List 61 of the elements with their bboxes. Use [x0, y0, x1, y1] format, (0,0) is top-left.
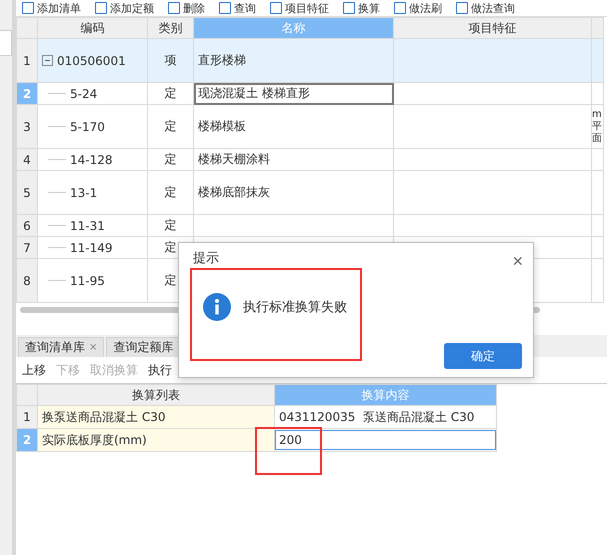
code-text: 5-170	[70, 120, 105, 134]
dialog-message: 执行标准换算失败	[243, 299, 347, 316]
code-text: 11-149	[70, 240, 113, 254]
info-icon	[203, 293, 231, 321]
row-number[interactable]: 6	[16, 214, 38, 236]
highlight-frame	[255, 427, 322, 475]
column-header[interactable]: 类别	[148, 18, 194, 38]
value-input[interactable]: 200	[275, 430, 496, 450]
cell: m平面	[592, 104, 604, 148]
cell	[592, 170, 604, 214]
code-text: 5-24	[70, 86, 98, 100]
close-button[interactable]: ×	[512, 251, 523, 272]
type-cell: 项	[148, 38, 194, 82]
name-cell: 现浇混凝土 楼梯直形	[194, 82, 394, 104]
item-cell: 实际底板厚度(mm)	[38, 428, 274, 452]
code-text: 11-31	[70, 218, 105, 232]
name-cell: 直形楼梯	[194, 38, 394, 82]
column-header[interactable]: 换算列表	[38, 384, 274, 406]
type-cell: 定	[148, 214, 194, 236]
type-cell: 定	[148, 170, 194, 214]
action-button[interactable]: 上移	[22, 362, 46, 378]
column-header[interactable]: 编码	[38, 18, 148, 38]
dialog-title: 提示	[193, 250, 219, 267]
search-field[interactable]	[0, 30, 12, 56]
cell	[592, 258, 604, 302]
toolbar-button[interactable]: 做法查询	[456, 0, 515, 16]
row-number[interactable]: 8	[16, 258, 38, 302]
toolbar-button[interactable]: 添加清单	[22, 0, 81, 16]
row-number[interactable]: 1	[16, 38, 38, 82]
toolbar-button[interactable]: 删除	[168, 0, 205, 16]
name-cell: 楼梯底部抹灰	[194, 170, 394, 214]
action-button[interactable]: 执行	[148, 362, 172, 378]
row-number[interactable]: 4	[16, 148, 38, 170]
toolbar-button[interactable]: 项目特征	[270, 0, 329, 16]
panel-tab[interactable]: 查询定额库	[106, 337, 180, 357]
type-cell: 定	[148, 82, 194, 104]
code-text: 14-128	[70, 152, 113, 166]
toolbar-button[interactable]: 做法刷	[394, 0, 442, 16]
panel-tab[interactable]: 查询清单库 ×	[18, 337, 104, 357]
row-number[interactable]: 3	[16, 104, 38, 148]
toolbar-button[interactable]: 查询	[219, 0, 256, 16]
row-number[interactable]: 5	[16, 170, 38, 214]
code-text: 010506001	[57, 54, 126, 68]
ok-button[interactable]: 确定	[444, 343, 522, 369]
name-cell: 楼梯天棚涂料	[194, 148, 394, 170]
row-number[interactable]: 7	[16, 236, 38, 258]
cell	[592, 82, 604, 104]
collapse-icon[interactable]	[42, 55, 53, 66]
type-cell: 定	[148, 104, 194, 148]
cell	[592, 214, 604, 236]
column-header[interactable]: 项目特征	[394, 18, 592, 38]
item-cell: 换泵送商品混凝土 C30	[38, 406, 274, 428]
cell	[592, 236, 604, 258]
toolbar-button[interactable]: 添加定额	[95, 0, 154, 16]
name-cell: 楼梯模板	[194, 104, 394, 148]
row-number[interactable]: 1	[16, 406, 38, 428]
toolbar-button[interactable]: 换算	[343, 0, 380, 16]
code-text: 13-1	[70, 186, 98, 200]
code-text: 11-95	[70, 274, 105, 288]
cell	[592, 148, 604, 170]
type-cell: 定	[148, 148, 194, 170]
